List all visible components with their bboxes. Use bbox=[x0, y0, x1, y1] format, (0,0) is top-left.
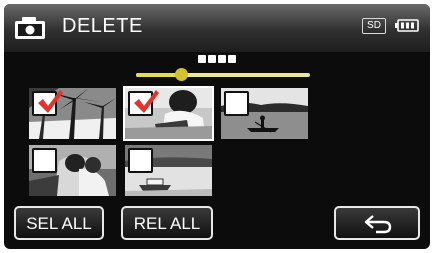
battery-icon bbox=[395, 19, 419, 32]
release-all-button[interactable]: REL ALL bbox=[121, 206, 213, 240]
thumbnail-canoe-lake[interactable] bbox=[221, 88, 308, 139]
scroll-slider[interactable] bbox=[136, 68, 310, 81]
thumbnail-woman-book[interactable] bbox=[125, 88, 212, 139]
select-checkbox[interactable] bbox=[32, 90, 63, 116]
select-checkbox[interactable] bbox=[128, 148, 153, 173]
page-indicator bbox=[198, 55, 236, 63]
page-dot bbox=[208, 55, 216, 63]
page-dot bbox=[228, 55, 236, 63]
back-button[interactable] bbox=[334, 206, 420, 240]
page-dot bbox=[198, 55, 206, 63]
camera-icon bbox=[15, 17, 45, 39]
slider-knob[interactable] bbox=[175, 68, 189, 81]
thumbnail-couple-outdoors[interactable] bbox=[29, 145, 116, 196]
sd-card-badge: SD bbox=[362, 18, 386, 34]
camera-screen: DELETE SD SEL ALL REL ALL bbox=[4, 4, 430, 249]
return-arrow-icon bbox=[364, 215, 392, 234]
select-all-button[interactable]: SEL ALL bbox=[14, 206, 104, 240]
checkmark-icon bbox=[134, 90, 159, 113]
header-bar: DELETE SD bbox=[4, 4, 430, 52]
thumbnail-palm-trees[interactable] bbox=[29, 88, 116, 139]
select-checkbox[interactable] bbox=[224, 91, 249, 116]
thumbnail-boat-water[interactable] bbox=[125, 145, 212, 196]
page-title: DELETE bbox=[62, 15, 143, 37]
select-checkbox[interactable] bbox=[128, 90, 159, 116]
page-dot bbox=[218, 55, 226, 63]
select-checkbox[interactable] bbox=[32, 148, 57, 173]
checkmark-icon bbox=[38, 90, 63, 113]
